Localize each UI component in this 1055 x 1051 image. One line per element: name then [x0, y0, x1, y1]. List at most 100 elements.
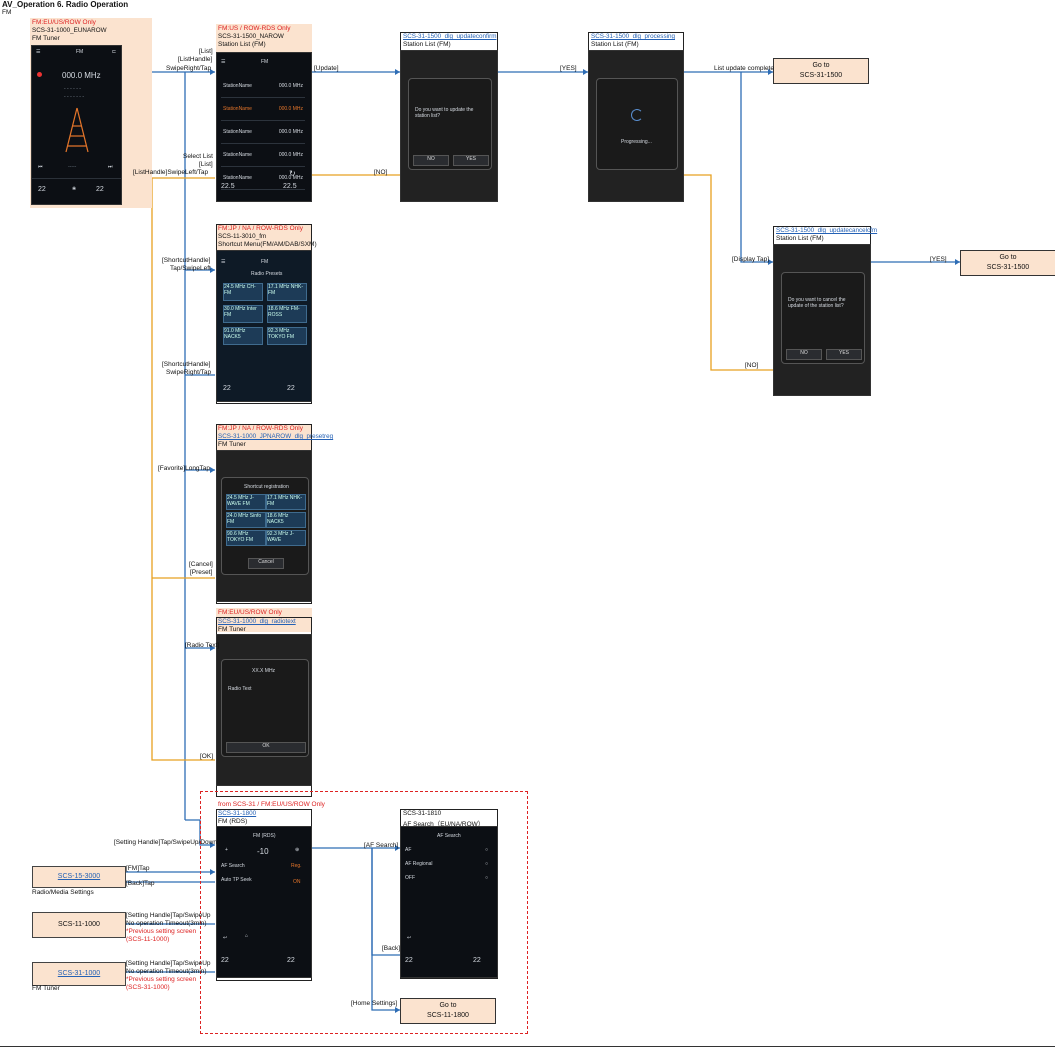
screen-fm-tuner[interactable]: ☰ FM ⊏ 000.0 MHz - - - - - - - - - - - -… — [31, 45, 122, 205]
label-setting-2c: *Previous setting screen — [126, 928, 197, 935]
preset-tile[interactable]: 17.1 MHz NHK-FM — [266, 494, 306, 510]
temp-left: 22 — [405, 957, 413, 964]
screen-af-search[interactable]: AF Search AF ○ AF Regional ○ OFF ○ ↩ 22 … — [400, 826, 498, 978]
radio-icon[interactable]: ○ — [485, 861, 488, 867]
label-setting-handle: [Setting Handle]Tap/SwipeUp/Down — [114, 839, 217, 846]
temp-left: 22 — [223, 385, 231, 392]
list-icon[interactable]: ⊏ — [112, 49, 116, 55]
label-setting-3b: No operation Timeout(3min) — [126, 968, 207, 975]
band-label: FM — [76, 49, 84, 55]
label-setting-2b: No operation Timeout(3min) — [126, 920, 207, 927]
af-search-value: Reg. — [291, 863, 302, 869]
back-icon[interactable]: ↩ — [223, 935, 227, 941]
screen-name: Station List (FM) — [591, 41, 639, 48]
preset-tile[interactable]: 90.6 MHz TOKYO FM — [226, 530, 266, 546]
off-option[interactable]: OFF — [405, 875, 415, 881]
divider — [32, 178, 121, 179]
dialog-message: Do you want to cancel the update of the … — [788, 297, 846, 309]
refresh-icon[interactable]: ↻ — [289, 169, 296, 178]
radio-text-dialog: XX.X MHz Radio Text OK — [221, 659, 309, 757]
label-af-search: [AF Search] — [364, 842, 399, 849]
label-setting-2d: (SCS-11-1000) — [126, 936, 170, 943]
screen-shortcut-menu[interactable]: ☰ FM Radio Presets 24.5 MHz CH-FM 17.1 M… — [216, 250, 312, 402]
preset-tile[interactable]: 91.0 MHz NACK5 — [223, 327, 263, 345]
no-button[interactable]: NO — [786, 349, 822, 360]
preset-tile[interactable]: 24.5 MHz CH-FM — [223, 283, 263, 301]
menu-icon[interactable]: ☰ — [221, 259, 225, 265]
station-row[interactable]: StationName 000.0 MHz — [221, 121, 305, 144]
preset-registration-dialog: Shortcut registration 24.5 MHz J-WAVE FM… — [221, 477, 309, 575]
goto-scs-31-1500[interactable]: Go to SCS-31-1500 — [960, 250, 1055, 276]
goto-scs-11-1800[interactable]: Go to SCS-11-1800 — [400, 998, 496, 1024]
dialog-frequency: XX.X MHz — [252, 668, 276, 674]
panel-title: FM (RDS) — [253, 833, 276, 839]
preset-tile[interactable]: 18.6 MHz FM-ROSS — [267, 305, 307, 323]
goto-scs-31-1500[interactable]: Go to SCS-31-1500 — [773, 58, 869, 84]
dialog-radio-text: Radio Text — [228, 686, 252, 692]
preset-tile[interactable]: 30.0 MHz Inter FM — [223, 305, 263, 323]
af-search-item[interactable]: AF Search — [221, 863, 245, 869]
yes-button[interactable]: YES — [453, 155, 489, 166]
label-list2: [List] — [199, 161, 213, 168]
label-yes: [YES] — [560, 65, 577, 72]
label-no: [NO] — [374, 169, 388, 176]
preset-tile[interactable]: 24.0 MHz Sinfo FM — [226, 512, 266, 528]
back-icon[interactable]: ↩ — [407, 935, 411, 941]
next-icon[interactable]: ⏭ — [108, 164, 113, 170]
panel-title: AF Search — [437, 833, 461, 839]
menu-icon[interactable]: ☰ — [221, 59, 225, 65]
label-list: [List] — [199, 48, 213, 55]
plus-icon[interactable]: ⊕ — [295, 847, 299, 853]
minus-icon[interactable]: + — [225, 847, 228, 853]
af-regional-option[interactable]: AF Regional — [405, 861, 433, 867]
screen-tag: FM:JP / NA / ROW-RDS Only — [218, 225, 303, 232]
screen-preset-registration: Shortcut registration 24.5 MHz J-WAVE FM… — [216, 450, 312, 602]
screen-tag: FM:EU/US/ROW Only — [218, 609, 282, 616]
source-scs-11-1000[interactable]: SCS-11-1000 — [32, 912, 126, 938]
screen-id: SCS-31-1500_dlg_updatecancelcfm — [776, 227, 878, 234]
temp-left: 22 — [221, 957, 229, 964]
footer-rule — [0, 1046, 1055, 1047]
source-caption: Radio/Media Settings — [32, 889, 94, 896]
home-icon[interactable]: ⌂ — [245, 933, 248, 939]
screen-id: SCS-31-1000_EUNAROW — [32, 27, 107, 34]
prev-icon[interactable]: ⏮ — [38, 164, 43, 170]
radio-icon[interactable]: ○ — [485, 875, 488, 881]
no-button[interactable]: NO — [413, 155, 449, 166]
label-fm-tap: [FM]Tap — [126, 865, 150, 872]
screen-name: Station List (FM) — [776, 235, 824, 242]
station-row[interactable]: StationName 000.0 MHz — [221, 144, 305, 167]
temp-left: 22.5 — [221, 183, 235, 190]
af-option[interactable]: AF — [405, 847, 411, 853]
screen-radio-text: XX.X MHz Radio Text OK — [216, 634, 312, 786]
auto-tp-seek-item[interactable]: Auto TP Seek — [221, 877, 252, 883]
ok-button[interactable]: OK — [226, 742, 306, 753]
preset-tile[interactable]: 17.1 MHz NHK-FM — [267, 283, 307, 301]
label-home-settings: [Home Settings] — [351, 1000, 398, 1007]
preset-tile[interactable]: 92.3 MHz J-WAVE — [266, 530, 306, 546]
screen-id: SCS-31-1500_dlg_processing — [591, 33, 676, 40]
station-row[interactable]: StationName 000.0 MHz — [221, 75, 305, 98]
fan-icon[interactable]: ❀ — [72, 186, 76, 192]
radio-icon[interactable]: ○ — [485, 847, 488, 853]
screen-fm-rds[interactable]: FM (RDS) + -10 ⊕ AF Search Reg. Auto TP … — [216, 826, 312, 978]
yes-button[interactable]: YES — [826, 349, 862, 360]
source-scs-15-3000[interactable]: SCS-15-3000 — [32, 866, 126, 888]
band-label: FM — [261, 59, 269, 65]
cancel-button[interactable]: Cancel — [248, 558, 284, 569]
dialog-message: Do you want to update the station list? — [415, 107, 474, 119]
station-row[interactable]: StationName 000.0 MHz — [221, 98, 305, 121]
source-scs-31-1000[interactable]: SCS-31-1000 — [32, 962, 126, 986]
label-back: [Back] — [382, 945, 401, 952]
page-subtitle: FM — [2, 9, 12, 16]
preset-tile[interactable]: 24.5 MHz J-WAVE FM — [226, 494, 266, 510]
temp-right: 22 — [287, 957, 295, 964]
screen-station-list[interactable]: ☰ FM StationName 000.0 MHz StationName 000… — [216, 52, 312, 202]
level-value: -10 — [257, 847, 269, 856]
screen-id: SCS-11-3010_fm — [218, 233, 267, 240]
preset-tile[interactable]: 92.3 MHz TOKYO FM — [267, 327, 307, 345]
label-setting-3d: (SCS-31-1000) — [126, 984, 170, 991]
menu-icon[interactable]: ☰ — [36, 49, 40, 55]
temp-right: 22 — [96, 186, 104, 193]
preset-tile[interactable]: 18.6 MHz NACK5 — [266, 512, 306, 528]
